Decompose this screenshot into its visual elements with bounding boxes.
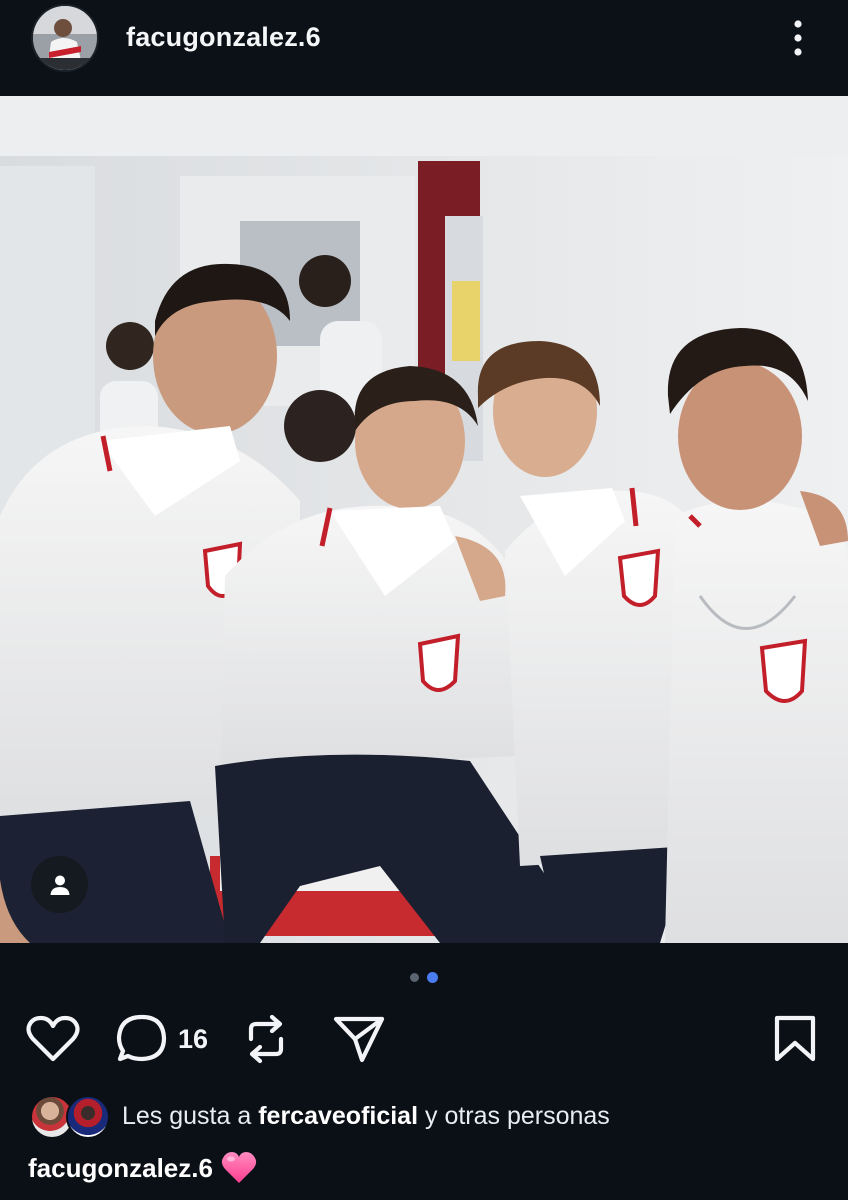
bookmark-icon <box>774 1015 816 1062</box>
pink-heart-icon <box>221 1152 257 1183</box>
repost-button[interactable] <box>243 1010 289 1068</box>
likes-user-link[interactable]: fercaveoficial <box>258 1102 418 1130</box>
carousel-dot[interactable] <box>410 972 419 982</box>
caption-username[interactable]: facugonzalez.6 <box>28 1153 213 1184</box>
more-options-button[interactable] <box>783 18 813 58</box>
like-button[interactable] <box>26 1010 80 1068</box>
liker-avatars <box>30 1095 110 1139</box>
post-caption: facugonzalez.6 <box>28 1146 257 1190</box>
likes-text: Les gusta a fercaveoficial y otras perso… <box>122 1102 610 1131</box>
likes-summary[interactable]: Les gusta a fercaveoficial y otras perso… <box>30 1094 610 1139</box>
repost-icon <box>248 1014 284 1064</box>
post-header: facugonzalez.6 <box>0 0 848 96</box>
carousel-dot-active[interactable] <box>427 971 438 983</box>
profile-avatar[interactable] <box>33 6 97 70</box>
tagged-users-button[interactable] <box>31 856 88 913</box>
post-username[interactable]: facugonzalez.6 <box>126 22 321 53</box>
comment-button[interactable]: 16 <box>116 1010 208 1068</box>
comment-bubble-icon <box>116 1014 167 1062</box>
carousel-indicator <box>0 970 848 984</box>
share-button[interactable] <box>333 1010 385 1068</box>
save-button[interactable] <box>773 1010 817 1068</box>
user-tag-icon <box>50 875 69 895</box>
post-photo[interactable] <box>0 96 848 943</box>
post-image <box>0 96 848 943</box>
avatar-image <box>33 6 97 70</box>
more-vertical-icon <box>794 20 802 56</box>
likes-suffix: y otras personas <box>418 1101 610 1130</box>
send-icon <box>333 1016 385 1063</box>
heart-outline-icon <box>26 1015 80 1062</box>
likes-prefix: Les gusta a <box>122 1101 259 1130</box>
action-bar: 16 <box>0 1010 848 1070</box>
comment-count: 16 <box>178 1023 209 1054</box>
liker-avatar <box>66 1095 110 1139</box>
